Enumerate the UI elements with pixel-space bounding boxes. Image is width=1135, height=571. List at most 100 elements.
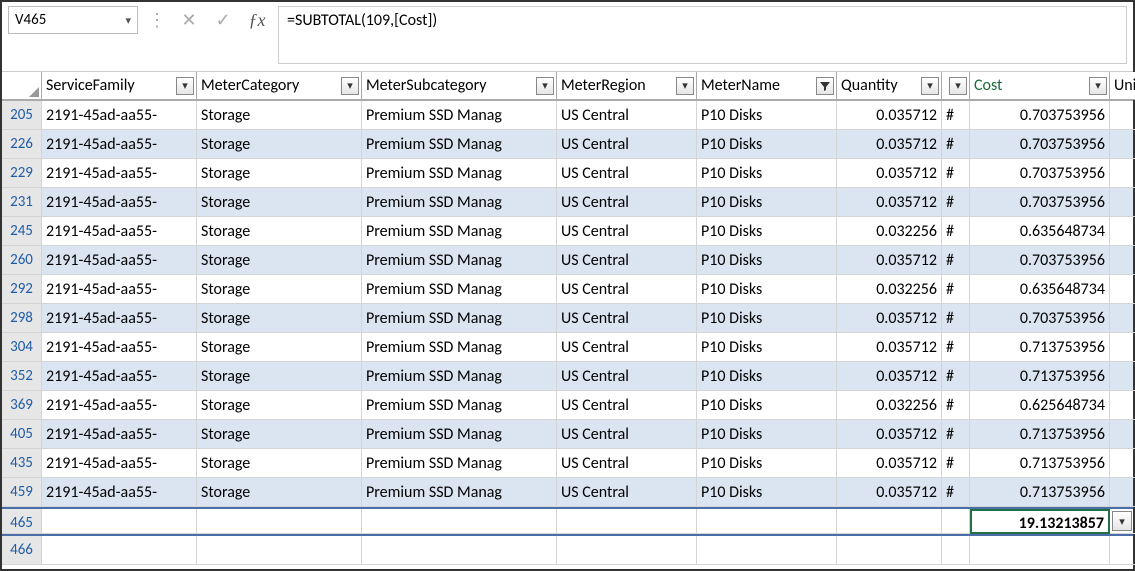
cell-hash[interactable]: # xyxy=(942,246,970,275)
col-header-quantity[interactable]: Quantity xyxy=(837,72,942,100)
row-number[interactable]: 369 xyxy=(2,391,42,420)
cell-metername[interactable]: P10 Disks xyxy=(697,275,837,304)
row-number[interactable]: 231 xyxy=(2,188,42,217)
formula-input-wrap[interactable] xyxy=(278,6,1127,64)
cell-meterregion[interactable]: US Central xyxy=(557,159,697,188)
col-header-hash[interactable] xyxy=(942,72,970,100)
cell[interactable] xyxy=(557,509,697,534)
cell-metername[interactable]: P10 Disks xyxy=(697,217,837,246)
filter-button-servicefamily[interactable] xyxy=(176,77,194,95)
cell-metersubcategory[interactable]: Premium SSD Manag xyxy=(362,101,557,130)
cell-uni[interactable] xyxy=(1110,188,1135,217)
spreadsheet-grid[interactable]: ServiceFamily MeterCategory MeterSubcate… xyxy=(2,72,1133,565)
cell-metername[interactable]: P10 Disks xyxy=(697,362,837,391)
name-box-input[interactable] xyxy=(15,11,105,29)
cell-meterregion[interactable]: US Central xyxy=(557,333,697,362)
cell-cost[interactable]: 0.703753956 xyxy=(970,101,1110,130)
cell-metercategory[interactable]: Storage xyxy=(197,478,362,507)
cell-servicefamily[interactable]: 2191-45ad-aa55- xyxy=(42,188,197,217)
cell-metercategory[interactable]: Storage xyxy=(197,420,362,449)
cell-servicefamily[interactable]: 2191-45ad-aa55- xyxy=(42,362,197,391)
cell-servicefamily[interactable]: 2191-45ad-aa55- xyxy=(42,217,197,246)
cell-metercategory[interactable]: Storage xyxy=(197,188,362,217)
cell-servicefamily[interactable]: 2191-45ad-aa55- xyxy=(42,333,197,362)
cell-uni[interactable] xyxy=(1110,275,1135,304)
total-dropdown-cell[interactable] xyxy=(1110,509,1135,534)
cell[interactable] xyxy=(1110,536,1135,565)
cell-quantity[interactable]: 0.032256 xyxy=(837,275,942,304)
filter-button-metername-active[interactable] xyxy=(816,77,834,95)
cell[interactable] xyxy=(697,536,837,565)
cell-meterregion[interactable]: US Central xyxy=(557,246,697,275)
cell[interactable] xyxy=(362,536,557,565)
cell-metersubcategory[interactable]: Premium SSD Manag xyxy=(362,304,557,333)
cell-metername[interactable]: P10 Disks xyxy=(697,188,837,217)
cell-metersubcategory[interactable]: Premium SSD Manag xyxy=(362,188,557,217)
cell-metercategory[interactable]: Storage xyxy=(197,362,362,391)
cell-metername[interactable]: P10 Disks xyxy=(697,101,837,130)
row-number[interactable]: 352 xyxy=(2,362,42,391)
cell-metername[interactable]: P10 Disks xyxy=(697,420,837,449)
filter-button-hash[interactable] xyxy=(949,77,967,95)
cell-uni[interactable] xyxy=(1110,217,1135,246)
cell-uni[interactable] xyxy=(1110,391,1135,420)
cell-cost[interactable]: 0.703753956 xyxy=(970,246,1110,275)
cell-uni[interactable] xyxy=(1110,362,1135,391)
chevron-down-icon[interactable]: ▾ xyxy=(125,14,131,27)
cell-cost[interactable]: 0.713753956 xyxy=(970,449,1110,478)
cell-servicefamily[interactable]: 2191-45ad-aa55- xyxy=(42,159,197,188)
col-header-cost[interactable]: Cost xyxy=(970,72,1110,100)
row-number[interactable]: 465 xyxy=(2,509,42,534)
cell-metersubcategory[interactable]: Premium SSD Manag xyxy=(362,246,557,275)
cell[interactable] xyxy=(197,509,362,534)
cell-meterregion[interactable]: US Central xyxy=(557,362,697,391)
col-header-metersubcategory[interactable]: MeterSubcategory xyxy=(362,72,557,100)
cell-servicefamily[interactable]: 2191-45ad-aa55- xyxy=(42,449,197,478)
cell-metersubcategory[interactable]: Premium SSD Manag xyxy=(362,391,557,420)
cell[interactable] xyxy=(942,536,970,565)
filter-button-quantity[interactable] xyxy=(921,77,939,95)
cell-metersubcategory[interactable]: Premium SSD Manag xyxy=(362,159,557,188)
cell-servicefamily[interactable]: 2191-45ad-aa55- xyxy=(42,275,197,304)
cell-meterregion[interactable]: US Central xyxy=(557,130,697,159)
active-cell-total-cost[interactable]: 19.13213857 xyxy=(970,509,1110,534)
cell-metersubcategory[interactable]: Premium SSD Manag xyxy=(362,130,557,159)
cell-cost[interactable]: 0.713753956 xyxy=(970,362,1110,391)
cell-quantity[interactable]: 0.035712 xyxy=(837,478,942,507)
row-number[interactable]: 405 xyxy=(2,420,42,449)
cell[interactable] xyxy=(697,509,837,534)
cell-servicefamily[interactable]: 2191-45ad-aa55- xyxy=(42,304,197,333)
cell-quantity[interactable]: 0.035712 xyxy=(837,449,942,478)
cell-meterregion[interactable]: US Central xyxy=(557,275,697,304)
cell-servicefamily[interactable]: 2191-45ad-aa55- xyxy=(42,420,197,449)
cell[interactable] xyxy=(557,536,697,565)
cell-quantity[interactable]: 0.035712 xyxy=(837,362,942,391)
cell-uni[interactable] xyxy=(1110,159,1135,188)
cell-hash[interactable]: # xyxy=(942,188,970,217)
cell-meterregion[interactable]: US Central xyxy=(557,449,697,478)
cell-metersubcategory[interactable]: Premium SSD Manag xyxy=(362,275,557,304)
fx-button[interactable]: ƒx xyxy=(244,7,270,33)
cell-uni[interactable] xyxy=(1110,246,1135,275)
cell-metercategory[interactable]: Storage xyxy=(197,159,362,188)
cell-hash[interactable]: # xyxy=(942,217,970,246)
row-number[interactable]: 459 xyxy=(2,478,42,507)
row-number[interactable]: 205 xyxy=(2,101,42,130)
cell-hash[interactable]: # xyxy=(942,449,970,478)
cell-servicefamily[interactable]: 2191-45ad-aa55- xyxy=(42,246,197,275)
cell-meterregion[interactable]: US Central xyxy=(557,217,697,246)
filter-button-metersubcategory[interactable] xyxy=(536,77,554,95)
cell-quantity[interactable]: 0.035712 xyxy=(837,246,942,275)
row-number[interactable]: 245 xyxy=(2,217,42,246)
name-box[interactable]: ▾ xyxy=(8,6,138,34)
cell-meterregion[interactable]: US Central xyxy=(557,304,697,333)
cell-quantity[interactable]: 0.035712 xyxy=(837,101,942,130)
cell[interactable] xyxy=(942,509,970,534)
cell-metersubcategory[interactable]: Premium SSD Manag xyxy=(362,217,557,246)
cell-metersubcategory[interactable]: Premium SSD Manag xyxy=(362,333,557,362)
cell-quantity[interactable]: 0.035712 xyxy=(837,420,942,449)
cell-metername[interactable]: P10 Disks xyxy=(697,159,837,188)
cell-hash[interactable]: # xyxy=(942,159,970,188)
cell-meterregion[interactable]: US Central xyxy=(557,188,697,217)
cell-metername[interactable]: P10 Disks xyxy=(697,391,837,420)
